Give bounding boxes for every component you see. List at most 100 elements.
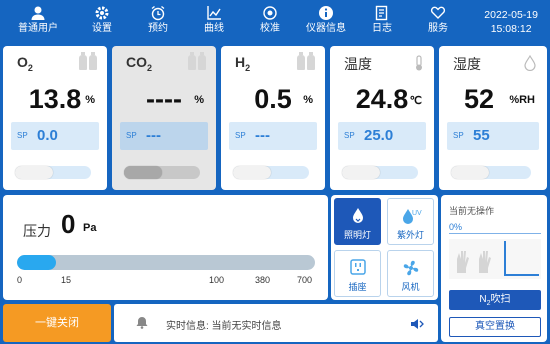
nav-label: 预约: [148, 23, 168, 34]
one-key-close-button[interactable]: 一键关闭: [3, 304, 111, 342]
nav-service[interactable]: 服务: [412, 4, 464, 42]
svg-text:UV: UV: [412, 210, 422, 217]
uv-lamp-button[interactable]: UV 紫外灯: [387, 198, 434, 245]
purge-label-prefix: N: [479, 294, 487, 305]
pressure-unit: Pa: [83, 222, 97, 234]
nav-schedule[interactable]: 预约: [132, 4, 184, 42]
nav-label: 仪器信息: [306, 23, 346, 34]
sp-label: SP: [235, 131, 246, 140]
thermometer-icon: [414, 55, 424, 76]
pressure-tick: 100: [209, 275, 225, 285]
card-toggle[interactable]: [15, 166, 91, 179]
pressure-tick: 0: [17, 275, 23, 285]
log-icon: [356, 4, 408, 22]
target-icon: [244, 4, 296, 22]
heart-hand-icon: [412, 4, 464, 22]
card-co2[interactable]: CO2 ---- % SP ---: [112, 46, 216, 190]
sp-label: SP: [17, 131, 28, 140]
card-toggle[interactable]: [342, 166, 418, 179]
progress-line: [449, 233, 541, 234]
user-icon: [12, 4, 64, 22]
pressure-tick: 15: [61, 275, 72, 285]
sp-value: ---: [146, 127, 161, 144]
info-icon: [300, 4, 352, 22]
pressure-tick: 700: [297, 275, 313, 285]
purge-label-suffix: 吹扫: [490, 294, 511, 305]
toggle-knob: [124, 166, 162, 179]
socket-button[interactable]: 插座: [334, 250, 381, 297]
card-h2[interactable]: H2 0.5 % SP ---: [221, 46, 325, 190]
nav-log[interactable]: 日志: [356, 4, 408, 42]
card-toggle[interactable]: [233, 166, 309, 179]
function-label: 插座: [348, 282, 367, 292]
glove-box-icon: [449, 239, 541, 279]
operation-status: 当前无操作: [449, 206, 495, 216]
operation-progress: 0%: [449, 222, 463, 232]
setpoint-field[interactable]: SP 0.0: [11, 122, 99, 150]
setpoint-field[interactable]: SP ---: [229, 122, 317, 150]
nav-label: 设置: [92, 23, 112, 34]
clock-date: 2022-05-19: [484, 9, 538, 21]
fan-button[interactable]: 风机: [387, 250, 434, 297]
card-unit: %: [85, 94, 95, 106]
card-o2[interactable]: O2 13.8 % SP 0.0: [3, 46, 107, 190]
lamp-icon: [335, 206, 380, 226]
card-title: O2: [17, 54, 33, 73]
card-unit: %: [194, 94, 204, 106]
card-humidity[interactable]: 湿度 52 %RH SP 55: [439, 46, 547, 190]
card-unit: %RH: [509, 94, 535, 106]
nav-label: 服务: [428, 23, 448, 34]
gear-icon: [76, 4, 128, 22]
pressure-bar-fill: [17, 255, 56, 270]
vacuum-replace-button[interactable]: 真空置换: [449, 317, 541, 337]
nav-label: 普通用户: [18, 23, 58, 34]
nav-label: 曲线: [204, 23, 224, 34]
operation-panel: 当前无操作 0% N2吹扫 真空置换: [441, 195, 547, 342]
card-temperature[interactable]: 温度 24.8 ℃ SP 25.0: [330, 46, 434, 190]
nav-instrument-info[interactable]: 仪器信息: [300, 4, 352, 42]
sp-value: 25.0: [364, 127, 394, 144]
pressure-label: 压力: [23, 223, 51, 239]
card-toggle[interactable]: [124, 166, 200, 179]
toggle-knob: [451, 166, 489, 179]
gas-bottles-icon: [77, 52, 97, 75]
fan-icon: [388, 258, 433, 278]
nav-calibrate[interactable]: 校准: [244, 4, 296, 42]
nav-curve[interactable]: 曲线: [188, 4, 240, 42]
nav-label: 校准: [260, 23, 280, 34]
pressure-bar: [17, 255, 315, 270]
setpoint-field[interactable]: SP 55: [447, 122, 539, 150]
card-title: 温度: [344, 56, 372, 72]
lamp-button[interactable]: 照明灯: [334, 198, 381, 245]
function-label: 照明灯: [343, 230, 371, 240]
top-nav-bar: 普通用户 设置 预约 曲线 校准 仪器信息 日志 服务 2022-05-19 1…: [0, 0, 550, 44]
function-label: 紫外灯: [396, 230, 424, 240]
nav-user[interactable]: 普通用户: [12, 4, 64, 42]
alarm-clock-icon: [132, 4, 184, 22]
card-unit: ℃: [409, 95, 422, 107]
pressure-value: 0: [61, 209, 76, 239]
bell-icon: [136, 316, 148, 334]
card-toggle[interactable]: [451, 166, 531, 179]
sp-value: 55: [473, 127, 490, 144]
speaker-icon[interactable]: [410, 317, 424, 335]
setpoint-field[interactable]: SP 25.0: [338, 122, 426, 150]
setpoint-field[interactable]: SP ---: [120, 122, 208, 150]
uv-lamp-icon: UV: [388, 206, 433, 226]
card-unit: %: [303, 94, 313, 106]
pressure-tick: 380: [255, 275, 271, 285]
card-title: CO2: [126, 54, 153, 73]
clock-time: 15:08:12: [490, 23, 532, 35]
socket-icon: [335, 258, 380, 278]
sp-value: ---: [255, 127, 270, 144]
gas-bottles-icon: [186, 52, 206, 75]
n2-purge-button[interactable]: N2吹扫: [449, 290, 541, 310]
toggle-knob: [233, 166, 271, 179]
nav-settings[interactable]: 设置: [76, 4, 128, 42]
function-panel: 照明灯 UV 紫外灯 插座 风机: [331, 195, 438, 300]
nav-label: 日志: [372, 23, 392, 34]
droplet-icon: [523, 54, 537, 76]
sp-value: 0.0: [37, 127, 58, 144]
card-value: 52: [463, 84, 495, 114]
card-title: H2: [235, 54, 251, 73]
